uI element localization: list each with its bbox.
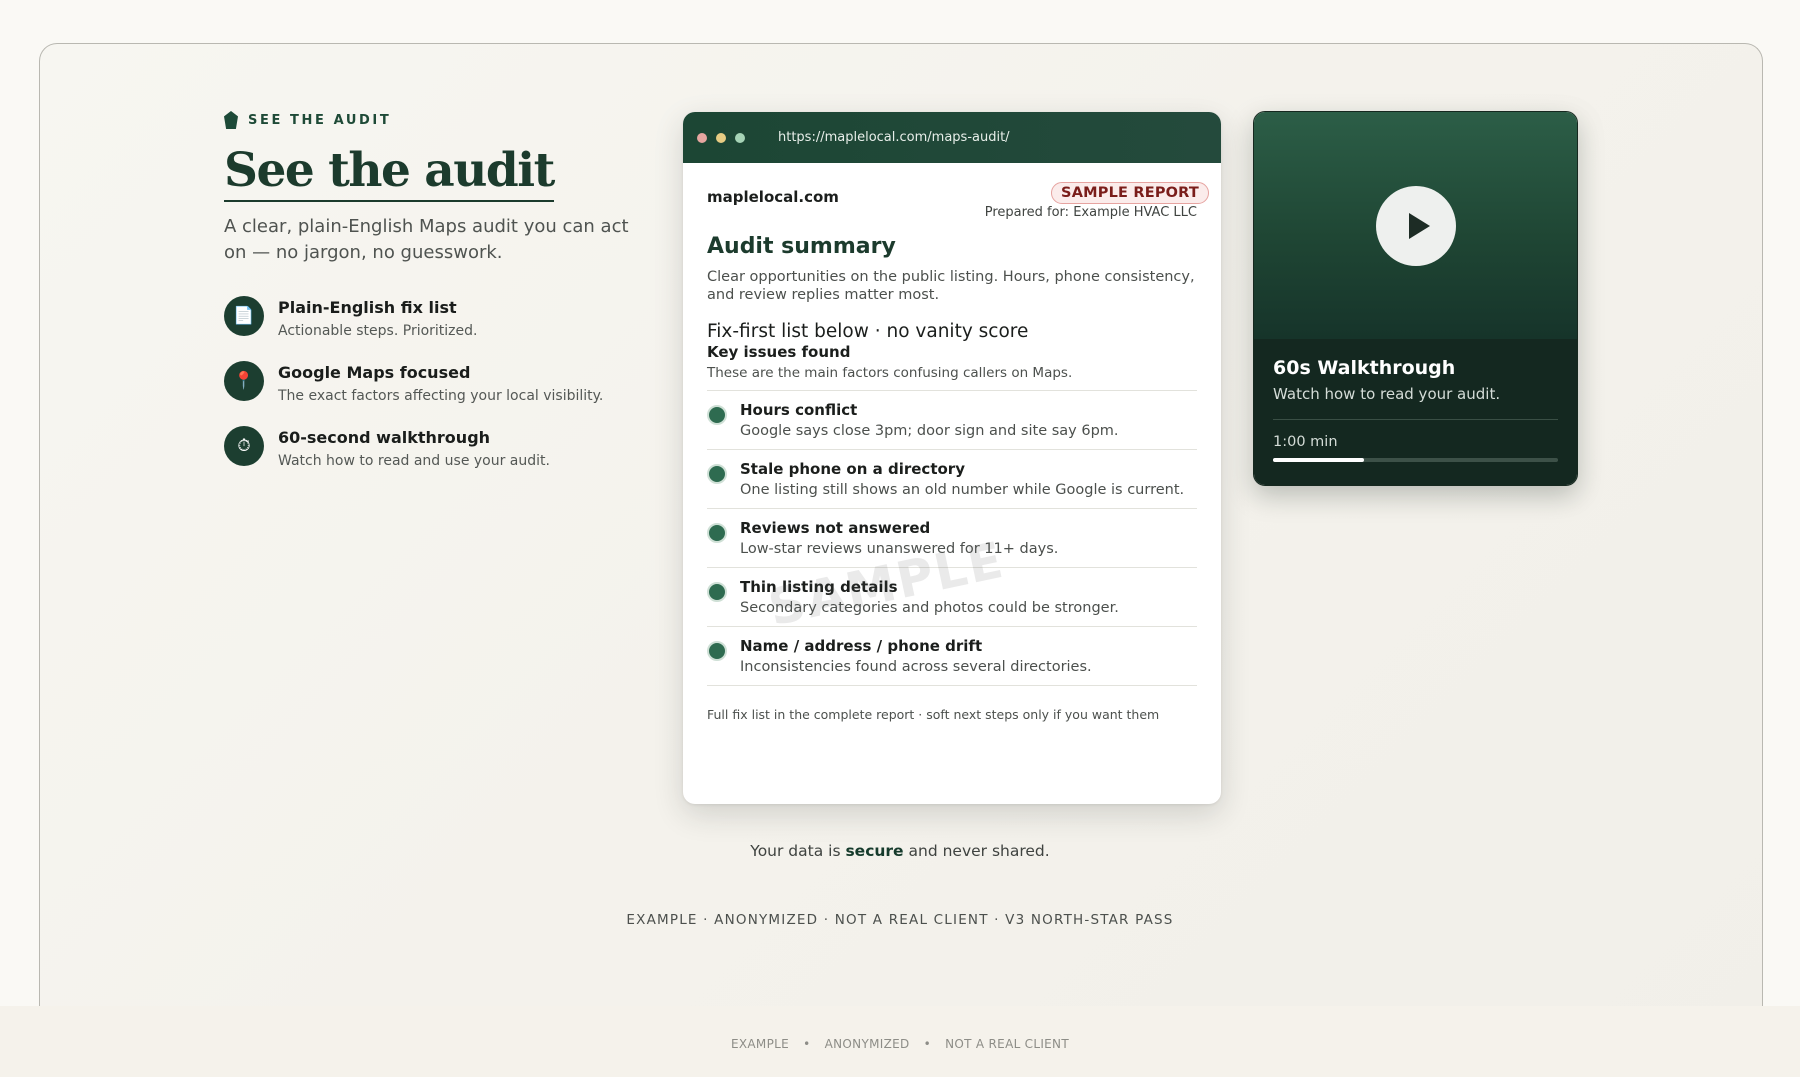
status-dot-icon xyxy=(707,405,727,425)
video-progress-bar[interactable] xyxy=(1273,458,1558,462)
issue-description: Google says close 3pm; door sign and sit… xyxy=(740,423,1119,439)
issue-item: Thin listing details Secondary categorie… xyxy=(707,568,1197,627)
video-info: 60s Walkthrough Watch how to read your a… xyxy=(1254,339,1577,485)
document-icon: 📄 xyxy=(224,296,264,337)
shield-icon xyxy=(224,111,238,129)
issue-title: Thin listing details xyxy=(740,578,898,596)
feature-title: Google Maps focused xyxy=(278,363,471,383)
issue-title: Name / address / phone drift xyxy=(740,637,983,655)
security-text-before: Your data is xyxy=(750,842,846,860)
disclaimer: EXAMPLE · ANONYMIZED · NOT A REAL CLIENT… xyxy=(626,912,1174,928)
map-pin-icon: 📍 xyxy=(224,361,264,402)
footer-separator: • xyxy=(803,1037,811,1051)
fix-first-heading: Fix-first list below · no vanity score xyxy=(707,321,1029,342)
issue-description: Inconsistencies found across several dir… xyxy=(740,659,1092,675)
eyebrow: SEE THE AUDIT xyxy=(224,110,664,130)
key-issues-title: Key issues found xyxy=(707,343,851,361)
status-dot-icon xyxy=(707,641,727,661)
walkthrough-video-card[interactable]: 60s Walkthrough Watch how to read your a… xyxy=(1253,111,1578,486)
feature-title: Plain-English fix list xyxy=(278,298,457,318)
issue-item: Name / address / phone drift Inconsisten… xyxy=(707,627,1197,686)
feature-list: 📄 Plain-English fix list Actionable step… xyxy=(224,296,664,491)
play-icon xyxy=(1408,213,1430,239)
lead-text: A clear, plain-English Maps audit you ca… xyxy=(224,216,629,264)
feature-item: ⏱ 60-second walkthrough Watch how to rea… xyxy=(224,426,664,491)
page-title: See the audit xyxy=(224,143,555,203)
footer-label: EXAMPLE xyxy=(731,1037,789,1051)
feature-title: 60-second walkthrough xyxy=(278,428,491,448)
footer-label: NOT A REAL CLIENT xyxy=(945,1037,1069,1051)
browser-bar: https://maplelocal.com/maps-audit/ xyxy=(683,112,1221,163)
status-dot-icon xyxy=(707,464,727,484)
play-button[interactable] xyxy=(1376,186,1456,266)
address-bar-url: https://maplelocal.com/maps-audit/ xyxy=(778,130,1010,145)
status-dot-icon xyxy=(707,523,727,543)
issue-title: Reviews not answered xyxy=(740,519,931,537)
key-issues-description: These are the main factors confusing cal… xyxy=(707,365,1197,391)
security-emphasis: secure xyxy=(845,842,904,860)
issue-description: Low-star reviews unanswered for 11+ days… xyxy=(740,541,1059,557)
report-footer-note: Full fix list in the complete report · s… xyxy=(707,707,1160,722)
feature-subtitle: Watch how to read and use your audit. xyxy=(278,453,550,470)
summary-title: Audit summary xyxy=(707,234,896,259)
feature-subtitle: The exact factors affecting your local v… xyxy=(278,388,604,405)
issue-title: Hours conflict xyxy=(740,401,858,419)
summary-description: Clear opportunities on the public listin… xyxy=(707,269,1195,303)
issue-description: One listing still shows an old number wh… xyxy=(740,482,1185,498)
video-subtitle: Watch how to read your audit. xyxy=(1273,385,1558,420)
eyebrow-label: SEE THE AUDIT xyxy=(248,112,392,128)
footer-label: ANONYMIZED xyxy=(824,1037,910,1051)
report-header: maplelocal.com M. SAMPLE REPORT Prepared… xyxy=(707,163,1209,235)
report-body: maplelocal.com M. SAMPLE REPORT Prepared… xyxy=(683,163,1221,722)
footer-disclaimer: EXAMPLE • ANONYMIZED • NOT A REAL CLIENT xyxy=(0,1037,1800,1051)
issue-title: Stale phone on a directory xyxy=(740,460,965,478)
maximize-dot-icon xyxy=(735,132,745,143)
feature-item: 📍 Google Maps focused The exact factors … xyxy=(224,361,664,426)
site-name: maplelocal.com xyxy=(707,188,839,206)
intro-column: SEE THE AUDIT See the audit A clear, pla… xyxy=(224,110,664,491)
minimize-dot-icon xyxy=(716,132,726,143)
footer-separator: • xyxy=(923,1037,932,1051)
security-text-after: and never shared. xyxy=(903,842,1050,860)
close-dot-icon xyxy=(697,132,707,143)
issue-item: Reviews not answered Low-star reviews un… xyxy=(707,509,1197,568)
sample-report-window: https://maplelocal.com/maps-audit/ maple… xyxy=(683,112,1221,804)
video-duration: 1:00 min xyxy=(1273,434,1338,450)
stopwatch-icon: ⏱ xyxy=(224,426,264,467)
prepared-for: Prepared for: Example HVAC LLC xyxy=(984,205,1197,220)
issue-item: Stale phone on a directory One listing s… xyxy=(707,450,1197,509)
status-dot-icon xyxy=(707,582,727,602)
feature-subtitle: Actionable steps. Prioritized. xyxy=(278,323,478,340)
sample-report-badge: SAMPLE REPORT xyxy=(1051,182,1209,204)
video-thumbnail[interactable] xyxy=(1254,112,1577,339)
issue-item: Hours conflict Google says close 3pm; do… xyxy=(707,391,1197,450)
video-progress-fill xyxy=(1273,458,1365,462)
security-note: Your data is secure and never shared. xyxy=(0,842,1800,860)
issue-description: Secondary categories and photos could be… xyxy=(740,600,1119,616)
feature-item: 📄 Plain-English fix list Actionable step… xyxy=(224,296,664,361)
video-title: 60s Walkthrough xyxy=(1273,357,1456,379)
